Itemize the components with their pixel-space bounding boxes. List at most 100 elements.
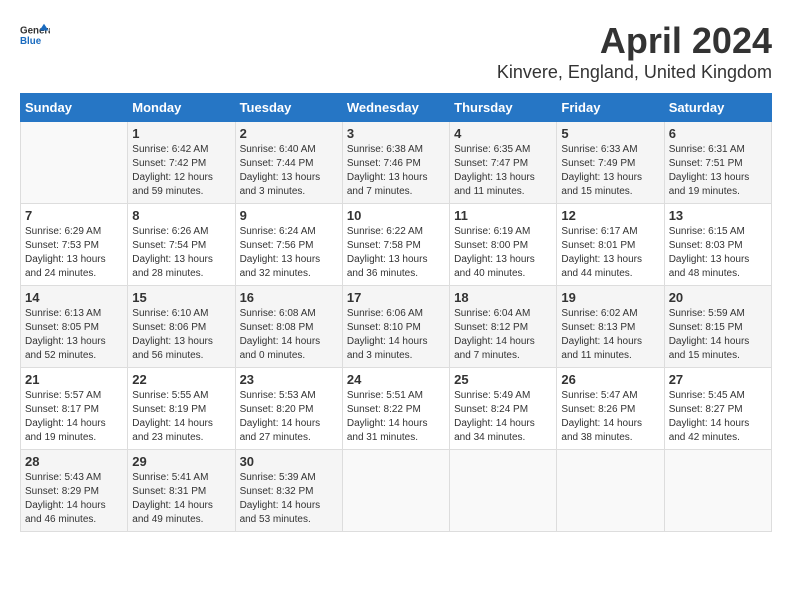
- calendar-cell: 29 Sunrise: 5:41 AMSunset: 8:31 PMDayligh…: [128, 450, 235, 532]
- column-header-sunday: Sunday: [21, 94, 128, 122]
- cell-info: Sunrise: 5:59 AMSunset: 8:15 PMDaylight:…: [669, 307, 767, 363]
- calendar-cell: 7 Sunrise: 6:29 AMSunset: 7:53 PMDaylight…: [21, 204, 128, 286]
- day-number: 6: [669, 126, 767, 141]
- cell-info: Sunrise: 6:10 AMSunset: 8:06 PMDaylight:…: [132, 307, 230, 363]
- main-title: April 2024: [497, 20, 772, 62]
- cell-info: Sunrise: 5:57 AMSunset: 8:17 PMDaylight:…: [25, 389, 123, 445]
- calendar-cell: 4 Sunrise: 6:35 AMSunset: 7:47 PMDaylight…: [450, 122, 557, 204]
- calendar-cell: 15 Sunrise: 6:10 AMSunset: 8:06 PMDayligh…: [128, 286, 235, 368]
- calendar-cell: 17 Sunrise: 6:06 AMSunset: 8:10 PMDayligh…: [342, 286, 449, 368]
- calendar-cell: 3 Sunrise: 6:38 AMSunset: 7:46 PMDaylight…: [342, 122, 449, 204]
- cell-info: Sunrise: 6:06 AMSunset: 8:10 PMDaylight:…: [347, 307, 445, 363]
- cell-info: Sunrise: 5:47 AMSunset: 8:26 PMDaylight:…: [561, 389, 659, 445]
- calendar-cell: 14 Sunrise: 6:13 AMSunset: 8:05 PMDayligh…: [21, 286, 128, 368]
- day-number: 26: [561, 372, 659, 387]
- calendar-cell: 2 Sunrise: 6:40 AMSunset: 7:44 PMDaylight…: [235, 122, 342, 204]
- calendar-cell: 21 Sunrise: 5:57 AMSunset: 8:17 PMDayligh…: [21, 368, 128, 450]
- calendar-row-3: 21 Sunrise: 5:57 AMSunset: 8:17 PMDayligh…: [21, 368, 772, 450]
- cell-info: Sunrise: 6:26 AMSunset: 7:54 PMDaylight:…: [132, 225, 230, 281]
- day-number: 21: [25, 372, 123, 387]
- cell-info: Sunrise: 6:42 AMSunset: 7:42 PMDaylight:…: [132, 143, 230, 199]
- calendar-cell: 9Sunrise: 6:24 AMSunset: 7:56 PMDaylight…: [235, 204, 342, 286]
- day-number: 25: [454, 372, 552, 387]
- day-number: 7: [25, 208, 123, 223]
- day-number: 15: [132, 290, 230, 305]
- cell-info: Sunrise: 5:55 AMSunset: 8:19 PMDaylight:…: [132, 389, 230, 445]
- logo-icon: General Blue: [20, 20, 50, 50]
- column-header-wednesday: Wednesday: [342, 94, 449, 122]
- calendar-cell: 1Sunrise: 6:42 AMSunset: 7:42 PMDaylight…: [128, 122, 235, 204]
- day-number: 22: [132, 372, 230, 387]
- day-number: 16: [240, 290, 338, 305]
- calendar-cell: [664, 450, 771, 532]
- cell-info: Sunrise: 6:40 AMSunset: 7:44 PMDaylight:…: [240, 143, 338, 199]
- calendar-cell: 20 Sunrise: 5:59 AMSunset: 8:15 PMDayligh…: [664, 286, 771, 368]
- cell-info: Sunrise: 6:24 AMSunset: 7:56 PMDaylight:…: [240, 225, 338, 281]
- calendar-cell: 30Sunrise: 5:39 AMSunset: 8:32 PMDayligh…: [235, 450, 342, 532]
- day-number: 10: [347, 208, 445, 223]
- column-header-monday: Monday: [128, 94, 235, 122]
- column-header-friday: Friday: [557, 94, 664, 122]
- calendar-cell: 24 Sunrise: 5:51 AMSunset: 8:22 PMDayligh…: [342, 368, 449, 450]
- day-number: 13: [669, 208, 767, 223]
- day-number: 17: [347, 290, 445, 305]
- cell-info: Sunrise: 6:13 AMSunset: 8:05 PMDaylight:…: [25, 307, 123, 363]
- calendar-cell: [21, 122, 128, 204]
- cell-info: Sunrise: 5:43 AMSunset: 8:29 PMDaylight:…: [25, 471, 123, 527]
- calendar-cell: [450, 450, 557, 532]
- calendar-cell: 12 Sunrise: 6:17 AMSunset: 8:01 PMDayligh…: [557, 204, 664, 286]
- calendar-cell: [342, 450, 449, 532]
- cell-info: Sunrise: 6:08 AMSunset: 8:08 PMDaylight:…: [240, 307, 338, 363]
- cell-info: Sunrise: 6:04 AMSunset: 8:12 PMDaylight:…: [454, 307, 552, 363]
- subtitle: Kinvere, England, United Kingdom: [497, 62, 772, 83]
- cell-info: Sunrise: 6:22 AMSunset: 7:58 PMDaylight:…: [347, 225, 445, 281]
- calendar-cell: 19Sunrise: 6:02 AMSunset: 8:13 PMDayligh…: [557, 286, 664, 368]
- day-number: 5: [561, 126, 659, 141]
- day-number: 28: [25, 454, 123, 469]
- calendar-row-0: 1Sunrise: 6:42 AMSunset: 7:42 PMDaylight…: [21, 122, 772, 204]
- day-number: 23: [240, 372, 338, 387]
- cell-info: Sunrise: 5:41 AMSunset: 8:31 PMDaylight:…: [132, 471, 230, 527]
- day-number: 3: [347, 126, 445, 141]
- cell-info: Sunrise: 6:17 AMSunset: 8:01 PMDaylight:…: [561, 225, 659, 281]
- calendar-header-row: SundayMondayTuesdayWednesdayThursdayFrid…: [21, 94, 772, 122]
- cell-info: Sunrise: 6:29 AMSunset: 7:53 PMDaylight:…: [25, 225, 123, 281]
- calendar-cell: 18 Sunrise: 6:04 AMSunset: 8:12 PMDayligh…: [450, 286, 557, 368]
- day-number: 11: [454, 208, 552, 223]
- cell-info: Sunrise: 5:49 AMSunset: 8:24 PMDaylight:…: [454, 389, 552, 445]
- cell-info: Sunrise: 6:35 AMSunset: 7:47 PMDaylight:…: [454, 143, 552, 199]
- cell-info: Sunrise: 6:31 AMSunset: 7:51 PMDaylight:…: [669, 143, 767, 199]
- day-number: 2: [240, 126, 338, 141]
- day-number: 27: [669, 372, 767, 387]
- day-number: 8: [132, 208, 230, 223]
- day-number: 12: [561, 208, 659, 223]
- title-area: April 2024 Kinvere, England, United King…: [497, 20, 772, 83]
- calendar-row-1: 7 Sunrise: 6:29 AMSunset: 7:53 PMDaylight…: [21, 204, 772, 286]
- day-number: 30: [240, 454, 338, 469]
- calendar-row-4: 28 Sunrise: 5:43 AMSunset: 8:29 PMDayligh…: [21, 450, 772, 532]
- day-number: 18: [454, 290, 552, 305]
- cell-info: Sunrise: 5:51 AMSunset: 8:22 PMDaylight:…: [347, 389, 445, 445]
- column-header-thursday: Thursday: [450, 94, 557, 122]
- day-number: 24: [347, 372, 445, 387]
- calendar-table: SundayMondayTuesdayWednesdayThursdayFrid…: [20, 93, 772, 532]
- column-header-saturday: Saturday: [664, 94, 771, 122]
- calendar-cell: 5 Sunrise: 6:33 AMSunset: 7:49 PMDaylight…: [557, 122, 664, 204]
- calendar-cell: 22 Sunrise: 5:55 AMSunset: 8:19 PMDayligh…: [128, 368, 235, 450]
- day-number: 14: [25, 290, 123, 305]
- calendar-cell: 25 Sunrise: 5:49 AMSunset: 8:24 PMDayligh…: [450, 368, 557, 450]
- calendar-cell: 11Sunrise: 6:19 AMSunset: 8:00 PMDayligh…: [450, 204, 557, 286]
- logo: General Blue: [20, 20, 50, 50]
- cell-info: Sunrise: 6:33 AMSunset: 7:49 PMDaylight:…: [561, 143, 659, 199]
- calendar-cell: 28 Sunrise: 5:43 AMSunset: 8:29 PMDayligh…: [21, 450, 128, 532]
- calendar-cell: 23Sunrise: 5:53 AMSunset: 8:20 PMDayligh…: [235, 368, 342, 450]
- calendar-cell: 27Sunrise: 5:45 AMSunset: 8:27 PMDayligh…: [664, 368, 771, 450]
- day-number: 29: [132, 454, 230, 469]
- cell-info: Sunrise: 6:38 AMSunset: 7:46 PMDaylight:…: [347, 143, 445, 199]
- day-number: 4: [454, 126, 552, 141]
- calendar-cell: 8 Sunrise: 6:26 AMSunset: 7:54 PMDaylight…: [128, 204, 235, 286]
- day-number: 20: [669, 290, 767, 305]
- day-number: 19: [561, 290, 659, 305]
- column-header-tuesday: Tuesday: [235, 94, 342, 122]
- page-header: General Blue April 2024 Kinvere, England…: [20, 20, 772, 83]
